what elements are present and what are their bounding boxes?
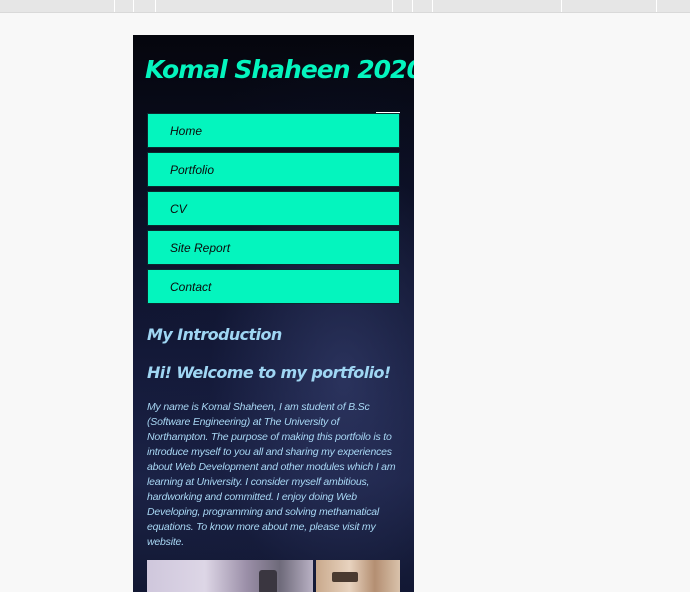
top-bar-divider — [432, 0, 433, 12]
nav-item-cv[interactable]: CV — [147, 191, 400, 226]
phone-hand-photo — [316, 560, 400, 592]
nav-item-home[interactable]: Home — [147, 113, 400, 148]
intro-paragraph: My name is Komal Shaheen, I am student o… — [147, 401, 396, 548]
nav-item-contact[interactable]: Contact — [147, 269, 400, 304]
top-bar-divider — [656, 0, 657, 12]
main-nav: Home Portfolio CV Site Report Contact — [147, 113, 400, 308]
welcome-heading: Hi! Welcome to my portfolio! — [147, 363, 391, 382]
top-bar-divider — [114, 0, 115, 12]
top-bar-divider — [392, 0, 393, 12]
laptop-desk-photo — [147, 560, 313, 592]
top-bar-divider — [155, 0, 156, 12]
top-bar-divider — [561, 0, 562, 12]
intro-heading: My Introduction — [147, 325, 282, 344]
top-bar-divider — [133, 0, 134, 12]
nav-item-site-report[interactable]: Site Report — [147, 230, 400, 265]
mug-shape — [259, 570, 277, 592]
mobile-viewport: Komal Shaheen 2020 Home Portfolio CV Sit… — [133, 35, 414, 592]
nav-item-portfolio[interactable]: Portfolio — [147, 152, 400, 187]
site-title: Komal Shaheen 2020 — [145, 55, 414, 84]
phone-shape — [332, 572, 358, 582]
top-bar-divider — [412, 0, 413, 12]
browser-top-bar — [0, 0, 690, 13]
